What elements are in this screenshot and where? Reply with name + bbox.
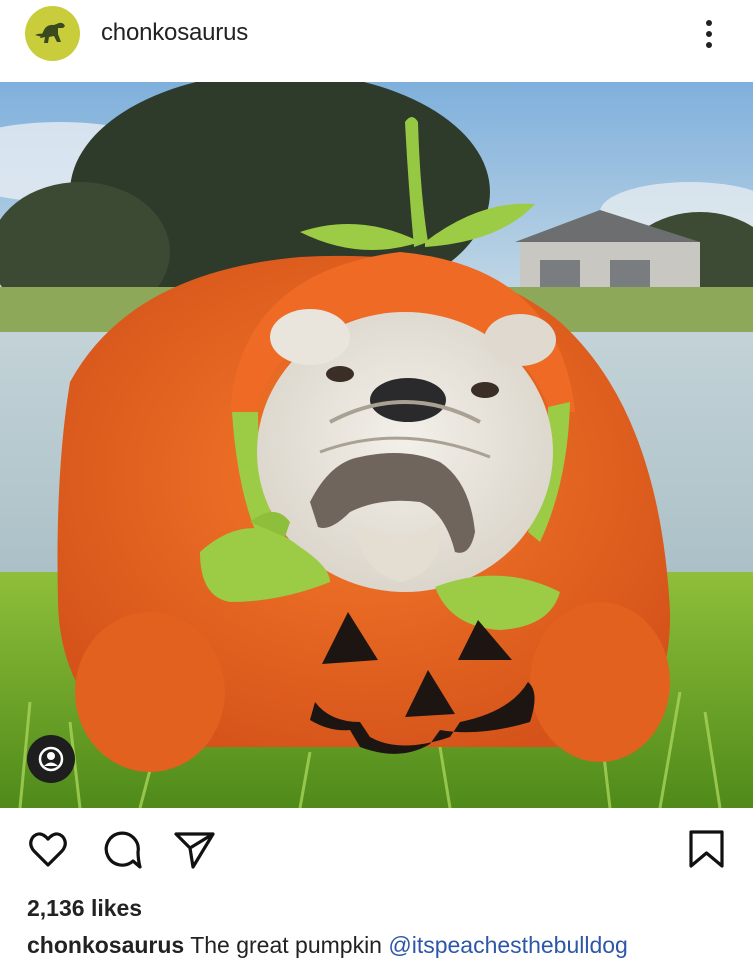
post-image[interactable] (0, 82, 753, 808)
caption-text: The great pumpkin (190, 932, 382, 958)
save-button[interactable] (685, 828, 729, 872)
post-username[interactable]: chonkosaurus (101, 19, 248, 47)
dinosaur-icon (25, 6, 80, 61)
tag-people-button[interactable] (27, 735, 75, 783)
like-button[interactable] (26, 828, 70, 872)
more-dot (706, 31, 712, 37)
profile-avatar[interactable] (25, 6, 80, 61)
caption-username[interactable]: chonkosaurus (27, 932, 184, 958)
like-count[interactable]: 2,136 likes (27, 895, 142, 922)
bulldog-pumpkin-photo (0, 82, 753, 808)
comment-button[interactable] (100, 828, 144, 872)
caption-mention[interactable]: @itspeachesthebulldog (388, 932, 627, 958)
post-caption: chonkosaurus The great pumpkin @itspeach… (27, 932, 628, 959)
bookmark-icon (689, 830, 724, 868)
more-options-icon (706, 20, 712, 26)
share-button[interactable] (173, 828, 217, 872)
comment-icon (104, 831, 142, 869)
post-header: chonkosaurus (0, 0, 753, 82)
user-tag-icon (38, 746, 64, 772)
heart-icon (29, 832, 67, 867)
more-options-button[interactable] (694, 12, 724, 54)
send-icon (174, 832, 215, 869)
more-dot (706, 42, 712, 48)
